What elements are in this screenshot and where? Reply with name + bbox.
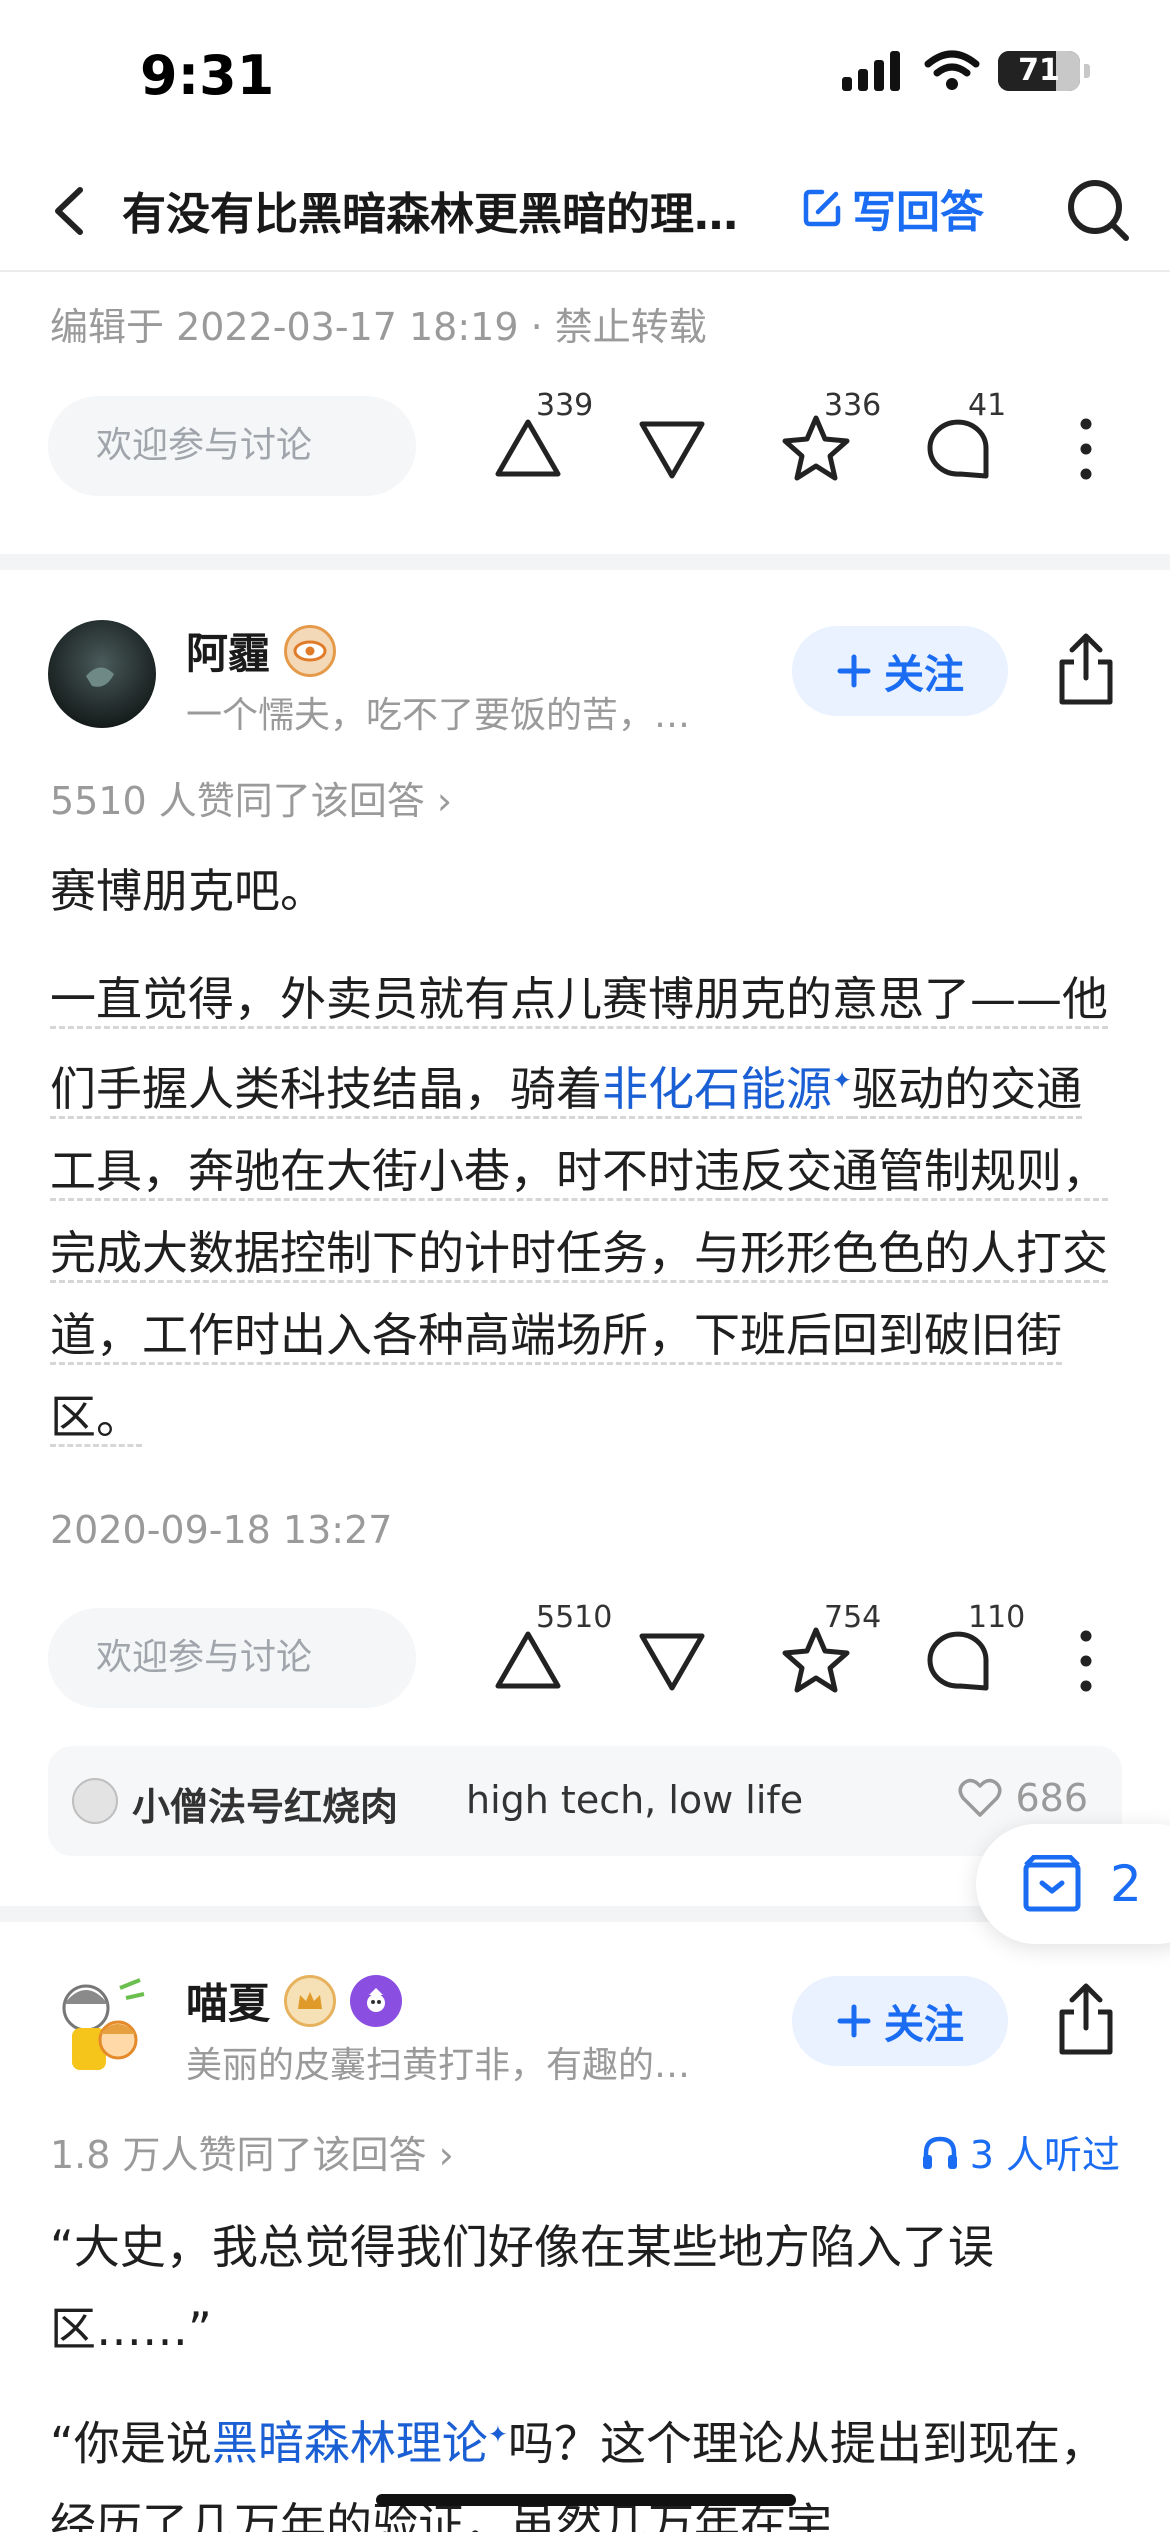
collection-float-button[interactable]: 2 bbox=[976, 1824, 1170, 1944]
answer-edit-meta: 编辑于 2022-03-17 18:19 · 禁止转载 bbox=[50, 305, 707, 349]
discuss-input[interactable]: 欢迎参与讨论 bbox=[48, 1608, 416, 1708]
cellular-signal-icon bbox=[842, 51, 900, 91]
avatar bbox=[72, 1778, 118, 1824]
headphones-icon bbox=[922, 2136, 957, 2169]
status-time: 9:31 bbox=[140, 44, 275, 107]
answer-paragraph: “大史，我总觉得我们好像在某些地方陷入了误区……” bbox=[50, 2220, 994, 2356]
keyword-link[interactable]: 黑暗森林理论✦ bbox=[212, 2416, 508, 2470]
follow-button[interactable]: 关注 bbox=[792, 626, 1008, 716]
author-name-row: 阿霾 bbox=[186, 620, 337, 681]
wifi-icon bbox=[924, 50, 980, 90]
follow-label: 关注 bbox=[884, 2002, 964, 2048]
answer-paragraph: 赛博朋克吧。 bbox=[50, 864, 326, 918]
answer-text-segment: 驱动的交通工具，奔驰在大街小巷，时不时违反交通管制规则，完成大数据控制下的计时任… bbox=[50, 1062, 1108, 1448]
downvote-icon bbox=[639, 1633, 705, 1691]
search-icon[interactable] bbox=[1062, 174, 1134, 246]
keyword-link[interactable]: 非化石能源✦ bbox=[602, 1062, 853, 1120]
upvote-button[interactable]: 339 bbox=[488, 388, 593, 488]
edit-icon bbox=[803, 189, 841, 227]
comment-count: 41 bbox=[968, 388, 1007, 423]
avatar-badge-icon bbox=[350, 1974, 403, 2027]
author-bio: 一个懦夫，吃不了要饭的苦，… bbox=[186, 695, 691, 736]
section-divider bbox=[0, 554, 1170, 570]
comment-text: high tech, low life bbox=[466, 1778, 804, 1822]
keyword-link-label: 非化石能源 bbox=[602, 1062, 832, 1117]
agree-count-link[interactable]: 5510 人赞同了该回答 › bbox=[50, 770, 452, 825]
top-comment-preview[interactable]: 小僧法号红烧肉 high tech, low life 686 bbox=[48, 1746, 1122, 1856]
upvote-count: 339 bbox=[536, 388, 594, 423]
author-name-row: 喵夏 bbox=[186, 1970, 403, 2031]
avatar[interactable] bbox=[48, 1970, 156, 2078]
share-icon[interactable] bbox=[1052, 1982, 1120, 2058]
plus-icon bbox=[837, 654, 871, 688]
write-answer-button[interactable]: 写回答 bbox=[800, 176, 984, 240]
collection-count: 2 bbox=[1110, 1855, 1142, 1913]
eye-badge-icon bbox=[284, 624, 337, 677]
author-name[interactable]: 阿霾 bbox=[186, 620, 270, 681]
downvote-button[interactable] bbox=[632, 1620, 712, 1700]
follow-button[interactable]: 关注 bbox=[792, 1976, 1008, 2066]
answer-author: 阿霾 一个懦夫，吃不了要饭的苦，… 关注 bbox=[0, 620, 1170, 750]
answer-date: 2020-09-18 13:27 bbox=[50, 1508, 393, 1552]
agree-count-link[interactable]: 1.8 万人赞同了该回答 › bbox=[50, 2124, 454, 2179]
more-icon[interactable] bbox=[1066, 414, 1106, 484]
discuss-input[interactable]: 欢迎参与讨论 bbox=[48, 396, 416, 496]
follow-label: 关注 bbox=[884, 652, 964, 698]
comment-count: 110 bbox=[968, 1600, 1026, 1635]
keyword-link-label: 黑暗森林理论 bbox=[211, 2416, 488, 2471]
answer-author: 喵夏 美丽的皮囊扫黄打非，有趣的… 关注 bbox=[0, 1970, 1170, 2100]
share-icon[interactable] bbox=[1052, 632, 1120, 708]
upvote-button[interactable]: 5510 bbox=[488, 1600, 612, 1700]
favorite-button[interactable]: 336 bbox=[776, 388, 881, 488]
answer-text-segment: “你是说 bbox=[50, 2416, 212, 2471]
home-indicator bbox=[376, 2494, 796, 2506]
downvote-button[interactable] bbox=[632, 408, 712, 488]
crown-badge-icon bbox=[284, 1974, 337, 2027]
write-answer-label: 写回答 bbox=[852, 187, 984, 238]
status-icons: 71 bbox=[842, 50, 1090, 92]
battery-icon: 71 bbox=[998, 51, 1080, 91]
heart-icon bbox=[958, 1778, 1002, 1817]
battery-level: 71 bbox=[1018, 53, 1060, 88]
comment-button[interactable]: 110 bbox=[920, 1600, 1025, 1700]
more-icon[interactable] bbox=[1066, 1626, 1106, 1696]
answer-action-bar: 欢迎参与讨论 5510 754 110 bbox=[0, 1600, 1170, 1718]
back-arrow-icon[interactable] bbox=[40, 176, 100, 246]
listen-count: 3 人听过 bbox=[969, 2133, 1120, 2177]
nav-header: 有没有比黑暗森林更黑暗的理… 写回答 bbox=[0, 150, 1170, 272]
answer-action-bar: 欢迎参与讨论 339 336 41 bbox=[0, 388, 1170, 506]
favorite-count: 754 bbox=[824, 1600, 882, 1635]
answer-paragraph: 一直觉得，外卖员就有点儿赛博朋克的意思了——他们手握人类科技结晶，骑着非化石能源… bbox=[50, 958, 1122, 1458]
downvote-icon bbox=[639, 421, 705, 479]
answer-paragraph: “你是说黑暗森林理论✦吗？这个理论从提出到现在，经历了几万年的验证，虽然几万年在… bbox=[50, 2394, 1122, 2532]
comment-username: 小僧法号红烧肉 bbox=[132, 1785, 399, 1829]
inbox-icon bbox=[1023, 1855, 1081, 1912]
favorite-button[interactable]: 754 bbox=[776, 1600, 881, 1700]
upvote-count: 5510 bbox=[536, 1600, 613, 1635]
status-bar: 9:31 71 bbox=[0, 0, 1170, 150]
comment-button[interactable]: 41 bbox=[920, 388, 1006, 488]
listen-button[interactable]: 3 人听过 bbox=[920, 2124, 1120, 2179]
question-title[interactable]: 有没有比黑暗森林更黑暗的理… bbox=[122, 178, 772, 242]
author-bio: 美丽的皮囊扫黄打非，有趣的… bbox=[186, 2045, 691, 2086]
comment-like-count: 686 bbox=[1015, 1776, 1088, 1820]
plus-icon bbox=[837, 2004, 871, 2038]
favorite-count: 336 bbox=[824, 388, 882, 423]
comment-like-button[interactable]: 686 bbox=[957, 1776, 1088, 1820]
avatar[interactable] bbox=[48, 620, 156, 728]
author-name[interactable]: 喵夏 bbox=[186, 1970, 270, 2031]
